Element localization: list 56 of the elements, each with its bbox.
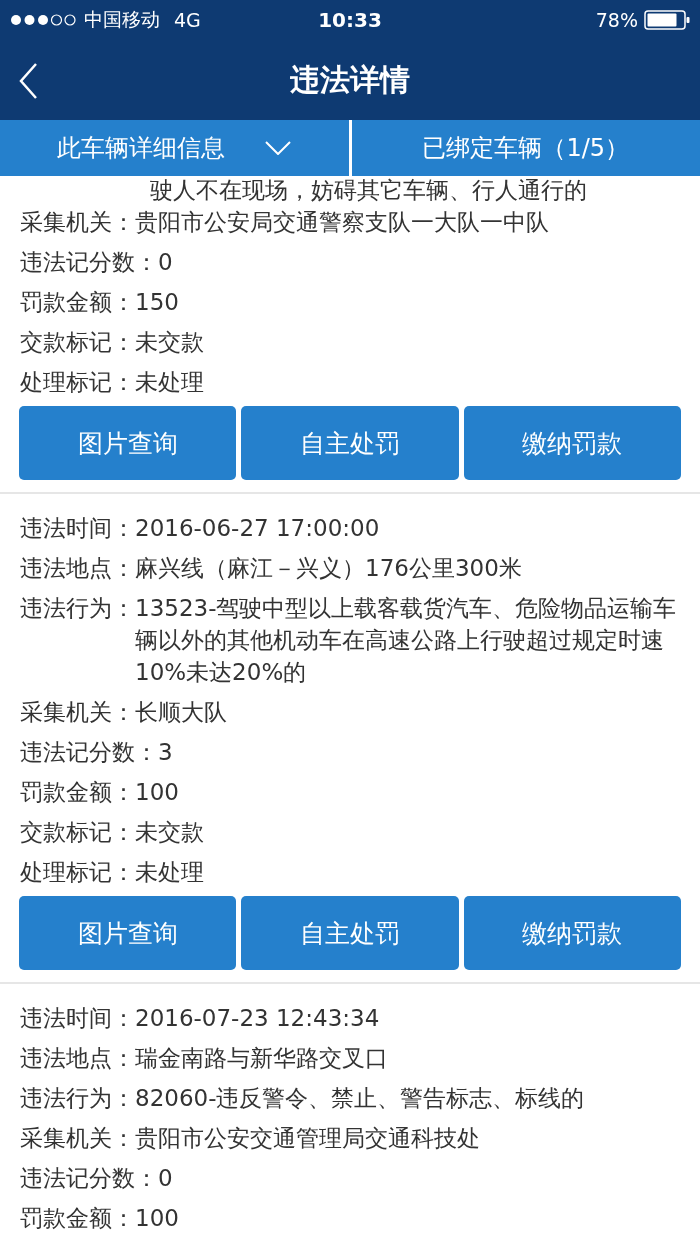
- field-value: 贵阳市公安交通管理局交通科技处: [135, 1124, 481, 1153]
- field-label: 处理标记：: [20, 368, 135, 397]
- field-label: 采集机关：: [20, 1124, 135, 1153]
- field-label: 罚款金额：: [20, 288, 135, 317]
- tab[interactable]: 已绑定车辆（1/5）: [351, 120, 700, 176]
- action-button[interactable]: 自主处罚: [241, 896, 459, 970]
- field-label: 采集机关：: [20, 698, 135, 727]
- action-button[interactable]: 图片查询: [19, 896, 237, 970]
- back-icon[interactable]: [18, 62, 38, 100]
- field-label: 违法记分数：: [20, 248, 158, 277]
- field-label: 交款标记：: [20, 818, 135, 847]
- field-value: 0: [158, 248, 174, 277]
- field-value: 驶人不在现场，妨碍其它车辆、行人通行的: [149, 176, 588, 200]
- field-label: 违法地点：: [20, 554, 135, 583]
- field-value: 150: [135, 288, 180, 317]
- field-value: 贵阳市公安局交通警察支队一大队一中队: [135, 208, 550, 237]
- field-label: 交款标记：: [20, 328, 135, 357]
- field-label: 违法时间：: [20, 1004, 135, 1033]
- field-label: 违法时间：: [20, 514, 135, 543]
- field-label: 采集机关：: [20, 208, 135, 237]
- field-value: 麻兴线（麻江－兴义）176公里300米: [135, 554, 523, 583]
- field-value: 未交款: [135, 818, 205, 847]
- chevron-down-icon: [265, 141, 292, 155]
- page-title: 违法详情: [290, 60, 410, 99]
- action-button[interactable]: 缴纳罚款: [463, 406, 681, 480]
- field-value: 未处理: [135, 858, 205, 887]
- action-button[interactable]: 缴纳罚款: [463, 896, 681, 970]
- field-value: 100: [135, 778, 180, 807]
- action-button[interactable]: 自主处罚: [241, 406, 459, 480]
- field-label: 违法行为：: [20, 594, 135, 623]
- clock-time: 10:33: [318, 8, 382, 32]
- field-value: 未处理: [135, 368, 205, 397]
- field-value: 2016-06-27 17:00:00: [135, 514, 381, 543]
- field-value: 0: [158, 1164, 174, 1193]
- field-value: 13523-驾驶中型以上载客载货汽车、危险物品运输车辆以外的其他机动车在高速公路上行驶超过规定时速10%未达20%的: [135, 594, 678, 687]
- field-label: 处理标记：: [20, 858, 135, 887]
- field-label: 违法记分数：: [20, 738, 158, 767]
- field-value: 82060-违反警令、禁止、警告标志、标线的: [135, 1084, 586, 1113]
- field-label: 罚款金额：: [20, 778, 135, 807]
- signal-icon: [10, 14, 78, 26]
- field-value: 2016-07-23 12:43:34: [135, 1004, 381, 1033]
- carrier-name: 中国移动: [84, 7, 160, 32]
- field-value: 长顺大队: [135, 698, 228, 727]
- field-label: 违法行为：: [20, 1084, 135, 1113]
- network-type: 4G: [174, 9, 201, 31]
- field-label: 罚款金额：: [20, 1204, 135, 1233]
- action-button[interactable]: 图片查询: [19, 406, 237, 480]
- field-value: 未交款: [135, 328, 205, 357]
- field-label: 违法记分数：: [20, 1164, 158, 1193]
- field-value: 瑞金南路与新华路交叉口: [135, 1044, 389, 1073]
- field-label: 违法地点：: [20, 1044, 135, 1073]
- field-value: 3: [158, 738, 174, 767]
- tab[interactable]: 此车辆详细信息: [0, 120, 349, 176]
- field-value: 100: [135, 1204, 180, 1233]
- battery-icon: [644, 10, 690, 30]
- battery-percent: 78%: [595, 9, 638, 31]
